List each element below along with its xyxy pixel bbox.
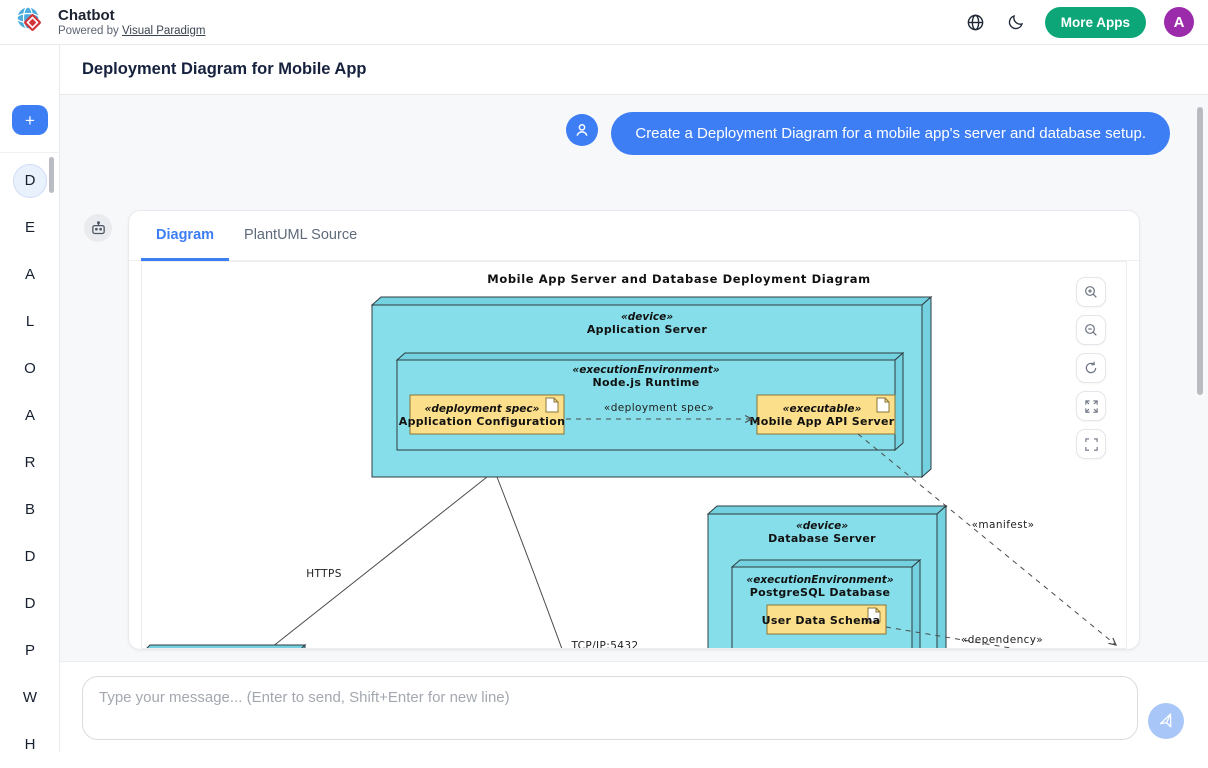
user-message-row: Create a Deployment Diagram for a mobile… xyxy=(60,112,1170,155)
svg-text:Database Server: Database Server xyxy=(768,532,876,545)
sidebar-scrollbar[interactable] xyxy=(49,157,54,193)
diagram-controls xyxy=(1076,277,1106,459)
artifact-application-configuration: «deployment spec» Application Configurat… xyxy=(399,395,565,434)
titlebar: Deployment Diagram for Mobile App xyxy=(60,45,1208,95)
svg-text:«executable»: «executable» xyxy=(783,403,862,415)
svg-text:«deployment spec»: «deployment spec» xyxy=(425,403,540,415)
user-message-bubble: Create a Deployment Diagram for a mobile… xyxy=(611,112,1170,155)
chat-history-item[interactable]: A xyxy=(0,251,60,298)
edge-https xyxy=(272,477,487,647)
artifact-doc-icon xyxy=(877,398,889,412)
fullscreen-button[interactable] xyxy=(1076,429,1106,459)
app-logo xyxy=(14,4,46,41)
chat-history-item[interactable]: O xyxy=(0,345,60,392)
expand-button[interactable] xyxy=(1076,391,1106,421)
chat-history-item[interactable]: P xyxy=(0,627,60,674)
chat-scrollbar[interactable] xyxy=(1197,107,1203,395)
sidebar-divider xyxy=(0,152,60,153)
svg-text:User Data Schema: User Data Schema xyxy=(762,614,881,627)
app-title: Chatbot xyxy=(58,7,205,24)
tab-plantuml-source[interactable]: PlantUML Source xyxy=(229,211,372,261)
svg-text:PostgreSQL Database: PostgreSQL Database xyxy=(750,586,891,599)
svg-text:«executionEnvironment»: «executionEnvironment» xyxy=(572,364,719,376)
svg-text:Mobile App API Server: Mobile App API Server xyxy=(750,415,895,428)
user-message-avatar xyxy=(566,114,598,146)
edge-label-deployment-spec: «deployment spec» xyxy=(604,402,714,414)
tab-bar: Diagram PlantUML Source xyxy=(129,211,1139,261)
svg-text:«device»: «device» xyxy=(621,311,673,323)
dark-mode-moon-icon[interactable] xyxy=(1005,11,1027,33)
svg-text:Node.js Runtime: Node.js Runtime xyxy=(592,376,699,389)
app-header: Chatbot Powered by Visual Paradigm More … xyxy=(0,0,1208,45)
language-globe-icon[interactable] xyxy=(965,11,987,33)
user-avatar-menu[interactable]: A xyxy=(1164,7,1194,37)
chat-history-list: D E A L O A R B D D P W H xyxy=(0,157,60,768)
chat-history-item[interactable]: H xyxy=(0,721,60,768)
diagram-title: Mobile App Server and Database Deploymen… xyxy=(487,272,870,286)
bot-avatar xyxy=(84,214,112,242)
edge-label-manifest: «manifest» xyxy=(972,519,1035,531)
powered-by: Powered by Visual Paradigm xyxy=(58,24,205,38)
send-icon xyxy=(1155,710,1177,732)
zoom-in-icon xyxy=(1083,284,1099,300)
robot-icon xyxy=(90,220,107,237)
sidebar: + D E A L O A R B D D P W H xyxy=(0,45,60,752)
message-input-panel xyxy=(60,661,1208,752)
expand-icon xyxy=(1084,399,1099,414)
svg-text:Application Server: Application Server xyxy=(587,323,708,336)
diagram-card: Diagram PlantUML Source Mobile App Serve… xyxy=(128,210,1140,650)
chat-history-item[interactable]: R xyxy=(0,439,60,486)
message-input[interactable] xyxy=(82,676,1138,740)
chat-area: Create a Deployment Diagram for a mobile… xyxy=(60,95,1208,752)
edge-label-dependency: «dependency» xyxy=(961,634,1043,646)
zoom-out-icon xyxy=(1083,322,1099,338)
plus-icon: + xyxy=(25,111,35,130)
artifact-mobile-app-api-server: «executable» Mobile App API Server xyxy=(750,395,895,434)
send-button[interactable] xyxy=(1148,703,1184,739)
more-apps-button[interactable]: More Apps xyxy=(1045,7,1146,38)
artifact-doc-icon xyxy=(546,398,558,412)
fullscreen-icon xyxy=(1084,437,1099,452)
zoom-in-button[interactable] xyxy=(1076,277,1106,307)
chat-history-item[interactable]: D xyxy=(0,580,60,627)
artifact-user-data-schema: User Data Schema xyxy=(762,605,886,634)
brand: Chatbot Powered by Visual Paradigm xyxy=(14,4,205,41)
chat-history-item[interactable]: A xyxy=(0,392,60,439)
page-title: Deployment Diagram for Mobile App xyxy=(82,60,367,79)
person-icon xyxy=(573,121,591,139)
bot-message-row: Diagram PlantUML Source Mobile App Serve… xyxy=(84,210,1208,650)
diagram-canvas[interactable]: Mobile App Server and Database Deploymen… xyxy=(141,261,1127,649)
chat-history-item[interactable]: W xyxy=(0,674,60,721)
new-chat-button[interactable]: + xyxy=(12,105,48,135)
zoom-out-button[interactable] xyxy=(1076,315,1106,345)
svg-text:«device»: «device» xyxy=(796,520,848,532)
edge-tcpip xyxy=(497,477,566,649)
chat-history-item[interactable]: E xyxy=(0,204,60,251)
edge-label-tcpip: TCP/IP:5432 xyxy=(570,640,638,649)
svg-text:«executionEnvironment»: «executionEnvironment» xyxy=(746,574,893,586)
svg-text:Application Configuration: Application Configuration xyxy=(399,415,565,428)
chat-history-item[interactable]: L xyxy=(0,298,60,345)
visual-paradigm-link[interactable]: Visual Paradigm xyxy=(122,25,206,37)
reset-view-icon xyxy=(1083,360,1099,376)
reset-view-button[interactable] xyxy=(1076,353,1106,383)
chat-history-item[interactable]: B xyxy=(0,486,60,533)
chat-history-item[interactable]: D xyxy=(0,533,60,580)
edge-label-https: HTTPS xyxy=(306,568,342,580)
tab-diagram[interactable]: Diagram xyxy=(141,211,229,261)
node-client-partial xyxy=(143,645,305,649)
